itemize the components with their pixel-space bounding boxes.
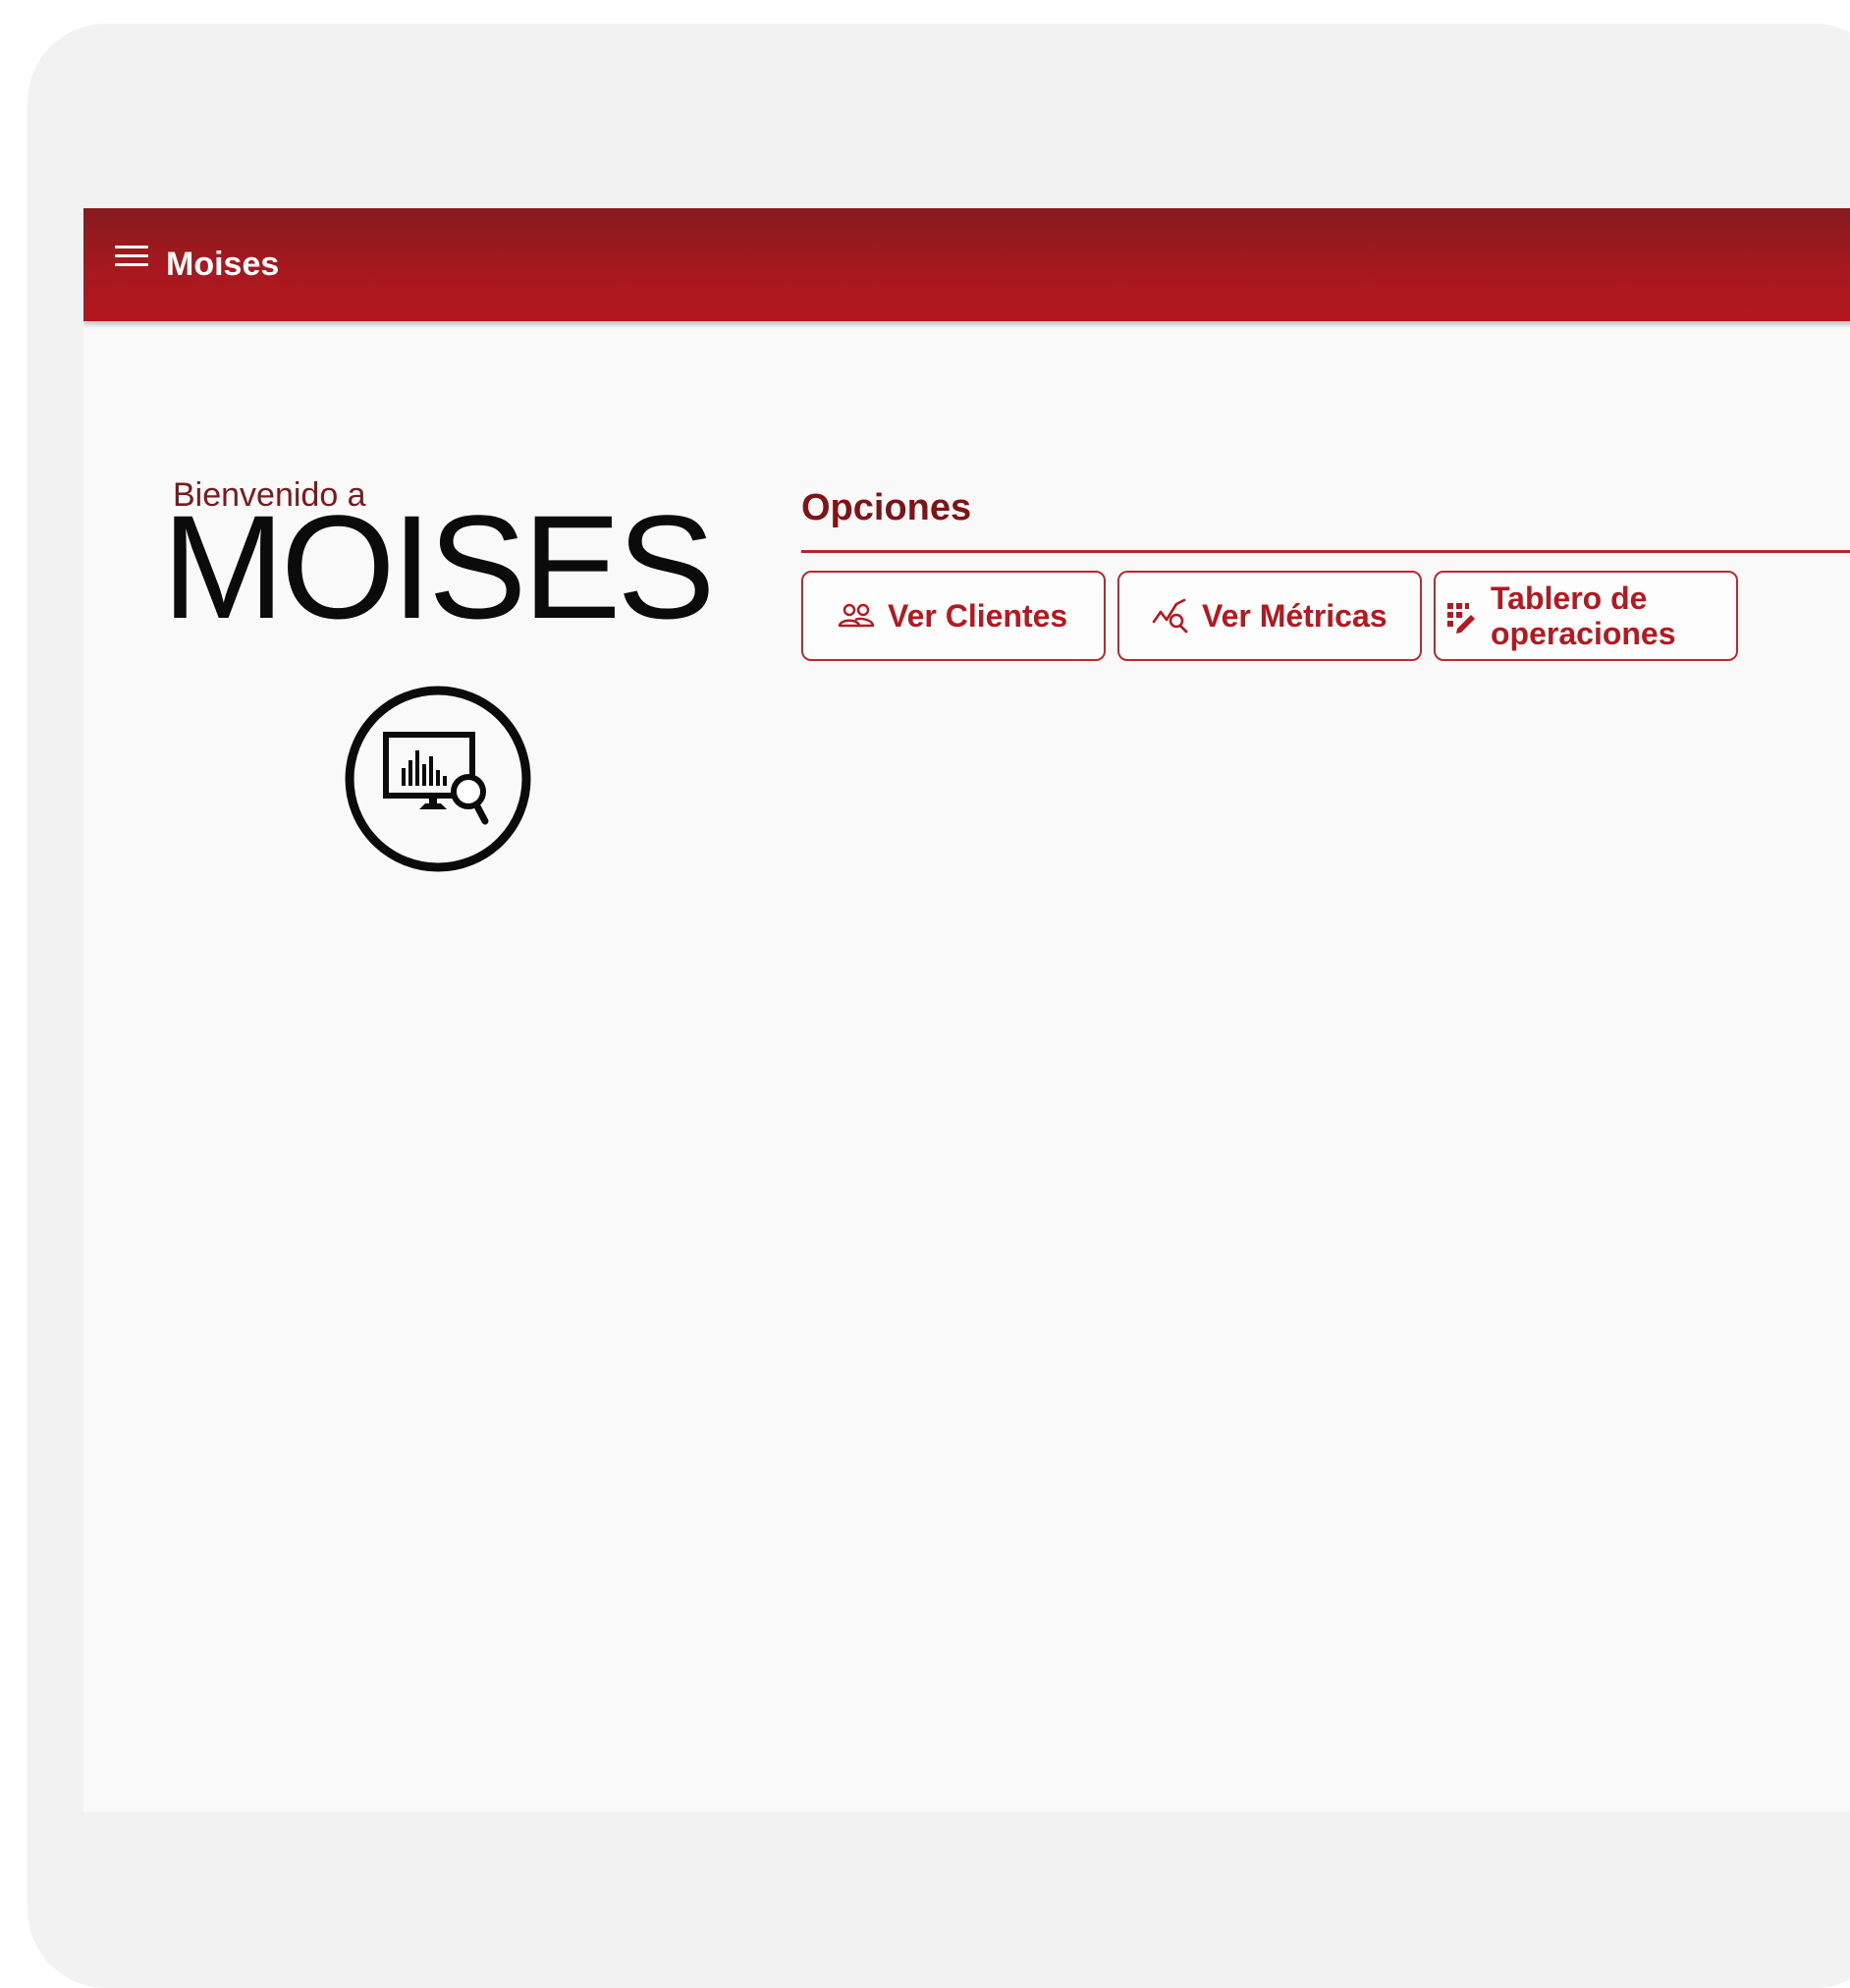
options-section: Opciones Ver Clientes Ver Métricas Table… [801, 483, 1850, 665]
device-frame: Moises Bienvenido a MOISES Opciones Ver … [27, 24, 1850, 1988]
app-bar: Moises [83, 208, 1850, 321]
monitor-chart-magnifier-icon [345, 686, 531, 872]
ver-clientes-label: Ver Clientes [888, 597, 1068, 634]
ver-metricas-label: Ver Métricas [1202, 597, 1388, 634]
tablero-operaciones-button[interactable]: Tablero de operaciones [1434, 571, 1738, 661]
options-divider [801, 550, 1850, 553]
hamburger-menu-icon[interactable] [115, 244, 150, 273]
dashboard-grid-icon [1447, 603, 1475, 634]
ver-clientes-button[interactable]: Ver Clientes [801, 571, 1106, 661]
options-title: Opciones [801, 487, 972, 528]
tablero-operaciones-label: Tablero de operaciones [1491, 580, 1676, 651]
logo-title: MOISES [162, 484, 715, 649]
chart-search-icon [1152, 598, 1188, 634]
ver-metricas-button[interactable]: Ver Métricas [1117, 571, 1422, 661]
app-title: Moises [166, 246, 280, 283]
app-screen: Moises Bienvenido a MOISES Opciones Ver … [83, 208, 1850, 1812]
users-icon [838, 603, 875, 628]
options-button-row: Ver Clientes Ver Métricas Tablero de ope… [801, 571, 1850, 665]
logo: Bienvenido a MOISES [162, 475, 732, 888]
